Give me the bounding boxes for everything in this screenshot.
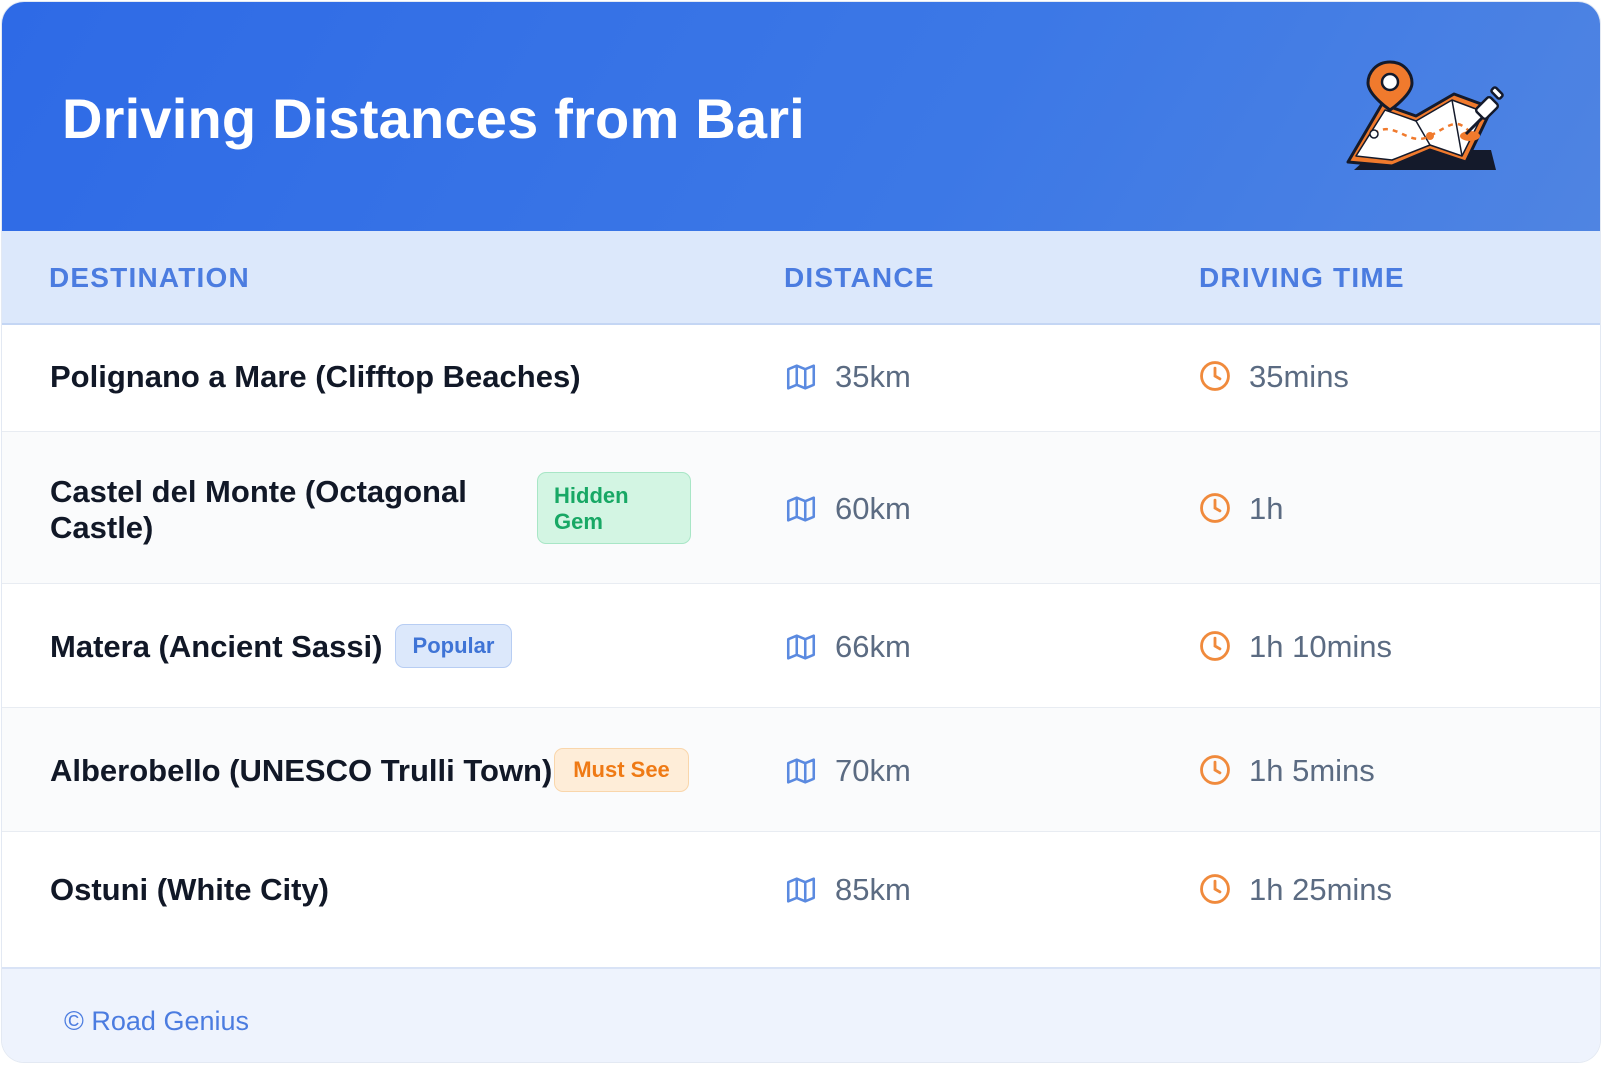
distance-value: 85km: [835, 872, 911, 907]
destination-name: Polignano a Mare (Clifftop Beaches): [50, 359, 581, 394]
driving-time-value: 1h 25mins: [1249, 872, 1393, 907]
table-row: Matera (Ancient Sassi) Popular 66km 1h 1…: [2, 584, 1600, 708]
destination-name: Matera (Ancient Sassi): [50, 629, 383, 664]
map-icon: [786, 634, 816, 660]
hidden-gem-badge: Hidden Gem: [537, 472, 691, 544]
clock-icon: [1200, 755, 1230, 785]
badge-label-line1: Hidden: [554, 483, 629, 508]
badge-label-line2: Gem: [554, 509, 603, 534]
driving-time-value: 1h: [1249, 491, 1284, 526]
distance-value: 66km: [835, 629, 911, 664]
copyright-text: © Road Genius: [64, 1006, 249, 1036]
destination-name: Alberobello (UNESCO Trulli Town): [50, 753, 553, 788]
distance-value: 35km: [835, 359, 911, 394]
clock-icon: [1200, 493, 1230, 523]
distance-value: 70km: [835, 753, 911, 788]
driving-time-value: 1h 10mins: [1249, 629, 1393, 664]
distance-value: 60km: [835, 491, 911, 526]
table-row: Castel del Monte (Octagonal Castle) Hidd…: [2, 432, 1600, 584]
map-icon: [786, 496, 816, 522]
driving-time-value: 35mins: [1249, 359, 1349, 394]
clock-icon: [1200, 361, 1230, 391]
clock-icon: [1200, 631, 1230, 661]
table-row: Polignano a Mare (Clifftop Beaches) 35km…: [2, 324, 1600, 432]
destination-name-line1: Castel del Monte (Octagonal: [50, 474, 467, 509]
map-icon: [786, 877, 816, 903]
header-banner: Driving Distances from Bari: [2, 2, 1600, 231]
map-with-pins-icon: [1346, 60, 1504, 170]
footer: © Road Genius: [2, 967, 1600, 1062]
clock-icon: [1200, 874, 1230, 904]
must-see-badge: Must See: [554, 748, 689, 792]
destination-name: Castel del Monte (Octagonal Castle): [50, 474, 467, 546]
column-header-driving-time: DRIVING TIME: [1199, 262, 1405, 293]
popular-badge: Popular: [395, 624, 512, 668]
column-header-destination: DESTINATION: [49, 262, 250, 293]
table-row: Ostuni (White City) 85km 1h 25mins: [2, 832, 1600, 947]
destination-name-line2: Castle): [50, 510, 154, 545]
page-title: Driving Distances from Bari: [62, 87, 805, 150]
map-icon: [786, 364, 816, 390]
table-row: Alberobello (UNESCO Trulli Town) Must Se…: [2, 708, 1600, 832]
destination-name: Ostuni (White City): [50, 872, 329, 907]
map-icon: [786, 758, 816, 784]
driving-time-value: 1h 5mins: [1249, 753, 1375, 788]
column-header-distance: DISTANCE: [784, 262, 935, 293]
table-header: DESTINATION DISTANCE DRIVING TIME: [2, 231, 1600, 325]
distance-card: Driving Distances from Bari DESTINATION …: [2, 2, 1600, 1062]
